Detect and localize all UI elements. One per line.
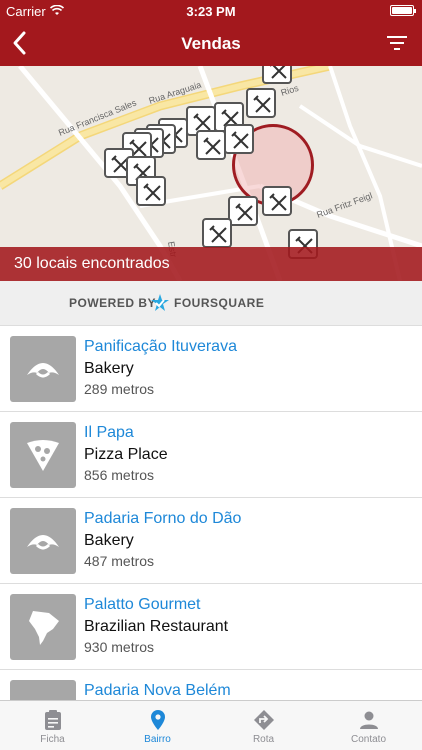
nav-bar: Vendas [0, 22, 422, 66]
route-icon [254, 710, 274, 730]
foursquare-label: FOURSQUARE [174, 296, 265, 310]
place-name[interactable]: Palatto Gourmet [84, 596, 201, 614]
venue-pin[interactable] [224, 124, 254, 154]
fork-knife-icon [269, 193, 287, 211]
venue-pin[interactable] [262, 66, 292, 84]
tab-bar: Ficha Bairro Rota Contato [0, 700, 422, 750]
venue-pin[interactable] [202, 218, 232, 248]
category-thumbnail [10, 422, 76, 488]
places-list: Panificação Ituverava Bakery 289 metros … [0, 326, 422, 700]
tab-label: Rota [252, 734, 275, 745]
place-name[interactable]: Panificação Ituverava [84, 338, 237, 356]
list-item[interactable]: Il Papa Pizza Place 856 metros [0, 412, 422, 498]
tab-label: Bairro [144, 734, 171, 745]
fork-knife-icon [231, 131, 249, 149]
status-time: 3:23 PM [186, 4, 236, 19]
page-title: Vendas [181, 34, 241, 53]
tab-contato[interactable]: Contato [316, 701, 421, 750]
place-category: Brazilian Restaurant [84, 618, 229, 635]
status-bar: Carrier 3:23 PM [0, 0, 422, 22]
croissant-icon [23, 693, 63, 700]
header: Carrier 3:23 PM Vendas [0, 0, 422, 66]
results-count-banner: 30 locais encontrados [0, 247, 422, 281]
pizza-icon [27, 440, 59, 471]
place-distance: 930 metros [84, 639, 155, 655]
tab-label: Contato [350, 734, 387, 745]
powered-by-banner: POWERED BY FOURSQUARE [0, 281, 422, 326]
place-category: Bakery [84, 532, 134, 549]
category-thumbnail [10, 508, 76, 574]
venue-pin[interactable] [262, 186, 292, 216]
place-name[interactable]: Padaria Forno do Dão [84, 510, 241, 528]
powered-by-label: POWERED BY [69, 296, 157, 310]
fork-knife-icon [270, 66, 287, 79]
south-america-icon [29, 611, 59, 645]
filter-button[interactable] [386, 34, 408, 52]
fork-knife-icon [235, 203, 253, 221]
person-icon [360, 711, 378, 729]
map-view[interactable]: Rua Francisca Sales Rua Araguaia Rios Ru… [0, 66, 422, 281]
clipboard-icon [45, 710, 61, 730]
croissant-icon [27, 535, 59, 550]
list-item[interactable]: Padaria Nova Belém [0, 670, 422, 700]
venue-pin[interactable] [246, 88, 276, 118]
tab-rota[interactable]: Rota [211, 701, 316, 750]
tab-bairro[interactable]: Bairro [105, 701, 210, 750]
tab-label: Ficha [40, 734, 65, 745]
category-thumbnail [10, 680, 76, 700]
list-item[interactable]: Panificação Ituverava Bakery 289 metros [0, 326, 422, 412]
place-name[interactable]: Il Papa [84, 424, 134, 442]
category-thumbnail [10, 336, 76, 402]
venue-pin[interactable] [228, 196, 258, 226]
place-category: Pizza Place [84, 446, 168, 463]
venue-pin[interactable] [196, 130, 226, 160]
foursquare-logo-icon [150, 293, 170, 318]
tab-ficha[interactable]: Ficha [0, 701, 105, 750]
fork-knife-icon [209, 225, 227, 243]
battery-icon [390, 5, 416, 16]
croissant-icon [27, 363, 59, 378]
fork-knife-icon [253, 95, 271, 113]
map-pin-icon [151, 710, 165, 730]
list-item[interactable]: Palatto Gourmet Brazilian Restaurant 930… [0, 584, 422, 670]
filter-icon [387, 36, 407, 50]
venue-pin[interactable] [136, 176, 166, 206]
category-thumbnail [10, 594, 76, 660]
place-category: Bakery [84, 360, 134, 377]
fork-knife-icon [143, 183, 161, 201]
place-name[interactable]: Padaria Nova Belém [84, 682, 231, 700]
list-item[interactable]: Padaria Forno do Dão Bakery 487 metros [0, 498, 422, 584]
screen: Carrier 3:23 PM Vendas Rua Francisca Sal… [0, 0, 422, 750]
place-distance: 856 metros [84, 467, 155, 483]
fork-knife-icon [203, 137, 221, 155]
place-distance: 289 metros [84, 381, 155, 397]
place-distance: 487 metros [84, 553, 155, 569]
